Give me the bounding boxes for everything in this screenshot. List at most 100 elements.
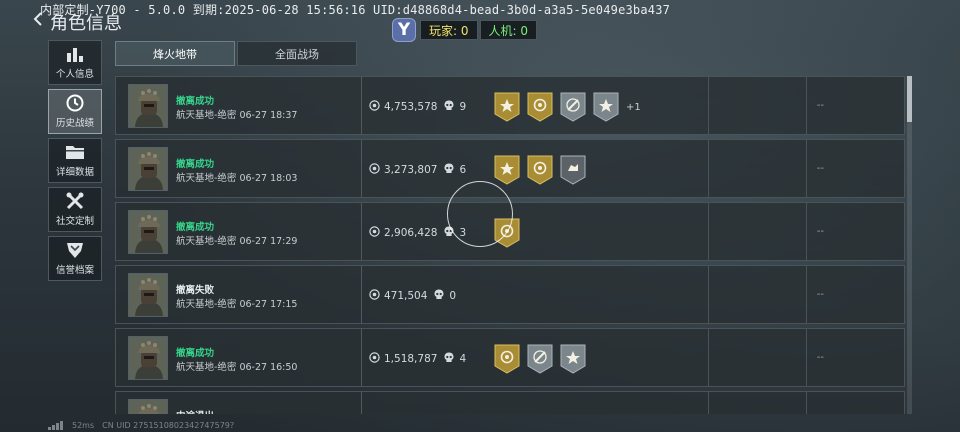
extra-stat: -- bbox=[816, 163, 824, 174]
gold-star-badge-icon[interactable] bbox=[494, 92, 520, 122]
sidebar: 个人信息 历史战绩 详细数据 社交定制 信誉档案 bbox=[48, 40, 102, 285]
skull-icon bbox=[434, 289, 449, 303]
match-row[interactable]: 撤离成功 航天基地-绝密 06-27 16:50 1,518,787 4 -- bbox=[115, 328, 905, 387]
silver-wrench-badge-icon[interactable] bbox=[560, 92, 586, 122]
match-map-time: 航天基地-绝密 06-27 16:50 bbox=[176, 362, 298, 373]
operator-avatar bbox=[128, 336, 168, 380]
ping-readout: 52ms bbox=[72, 421, 95, 430]
list-scrollbar[interactable] bbox=[907, 76, 912, 414]
kill-count: 9 bbox=[444, 100, 466, 114]
touch-indicator bbox=[447, 181, 513, 247]
kill-count-text: 0 bbox=[449, 290, 457, 302]
haul-value: 4,753,578 9 bbox=[369, 100, 466, 114]
match-map-time: 航天基地-绝密 06-27 17:15 bbox=[176, 299, 298, 310]
gold-star-badge-icon[interactable] bbox=[494, 155, 520, 185]
column-divider bbox=[708, 77, 709, 134]
scrollbar-thumb[interactable] bbox=[907, 76, 912, 122]
sidebar-item-label: 历史战绩 bbox=[55, 118, 94, 129]
gray-hand-badge-icon[interactable] bbox=[560, 155, 586, 185]
back-arrow-icon[interactable] bbox=[30, 11, 46, 27]
player-counter: Y 玩家: 0 人机: 0 bbox=[392, 18, 537, 42]
gold-target-badge-icon[interactable] bbox=[527, 155, 553, 185]
silver-star-badge-icon[interactable] bbox=[593, 92, 619, 122]
operator-avatar bbox=[128, 84, 168, 128]
value-icon bbox=[369, 100, 384, 114]
extraction-status: 撤离成功 bbox=[176, 222, 215, 233]
skull-icon bbox=[444, 100, 459, 114]
match-row[interactable]: 撤离失败航天基地-绝密 06-27 17:15 471,504 0 -- bbox=[115, 265, 905, 324]
silver-star-badge-icon[interactable] bbox=[560, 344, 586, 374]
kill-count: 0 bbox=[434, 289, 456, 303]
extra-stat: -- bbox=[816, 352, 824, 363]
column-divider bbox=[708, 203, 709, 260]
haul-value-text: 4,753,578 bbox=[384, 101, 438, 113]
column-divider bbox=[806, 266, 807, 323]
column-divider bbox=[806, 329, 807, 386]
extraction-status: 撤离失败 bbox=[176, 285, 215, 296]
app-logo: Y bbox=[392, 18, 416, 42]
sidebar-item-label: 详细数据 bbox=[55, 167, 94, 178]
kill-count: 6 bbox=[444, 163, 466, 177]
tab-full-battlefield[interactable]: 全面战场 bbox=[237, 41, 357, 66]
extraction-status: 中途退出 bbox=[176, 408, 214, 414]
column-divider bbox=[708, 329, 709, 386]
skull-icon bbox=[444, 352, 459, 366]
sidebar-item-profile[interactable]: 个人信息 bbox=[48, 40, 102, 85]
more-badges-count[interactable]: +1 bbox=[626, 102, 641, 113]
value-icon bbox=[369, 163, 384, 177]
achievement-badges bbox=[494, 155, 593, 185]
haul-value-text: 2,906,428 bbox=[384, 227, 438, 239]
match-map-time: 航天基地-绝密 06-27 18:37 bbox=[176, 110, 298, 121]
value-icon bbox=[369, 289, 384, 303]
match-row[interactable]: 撤离成功航天基地-绝密 06-27 18:37 4,753,578 9 +1 -- bbox=[115, 76, 905, 135]
column-divider bbox=[806, 77, 807, 134]
tab-beacon-zone[interactable]: 烽火地带 bbox=[115, 41, 235, 66]
haul-value-text: 471,504 bbox=[384, 290, 428, 302]
column-divider bbox=[361, 140, 362, 197]
extra-stat: -- bbox=[816, 226, 824, 237]
match-map-time: 航天基地-绝密 06-27 18:03 bbox=[176, 173, 298, 184]
sidebar-item-social[interactable]: 社交定制 bbox=[48, 187, 102, 232]
status-footer: 52ms CN UID 2751510802342747579? bbox=[48, 421, 234, 430]
gold-target-badge-icon[interactable] bbox=[527, 92, 553, 122]
match-history-list: 撤离成功 航天基地-绝密 06-27 18:37 4,753,578 9 +1 -- 撤离成… bbox=[115, 76, 905, 414]
sidebar-item-details[interactable]: 详细数据 bbox=[48, 138, 102, 183]
match-row[interactable]: 撤离成功 航天基地-绝密 06-27 18:03 3,273,807 6 -- bbox=[115, 139, 905, 198]
value-icon bbox=[369, 226, 384, 240]
operator-avatar bbox=[128, 210, 168, 254]
sidebar-item-history[interactable]: 历史战绩 bbox=[48, 89, 102, 134]
network-icon bbox=[48, 421, 63, 430]
silver-wrench-badge-icon[interactable] bbox=[527, 344, 553, 374]
extra-stat: -- bbox=[816, 289, 824, 300]
match-row[interactable]: 中途退出 bbox=[115, 391, 905, 414]
cn-uid: CN UID 2751510802342747579? bbox=[102, 421, 235, 430]
kill-count-text: 6 bbox=[459, 164, 467, 176]
history-clock-icon bbox=[66, 94, 84, 112]
debug-overlay-text: 内部定制-Y700 - 5.0.0 到期:2025-06-28 15:56:16… bbox=[40, 3, 671, 17]
shield-icon bbox=[67, 243, 83, 258]
match-map-time: 航天基地-绝密 06-27 17:29 bbox=[176, 236, 298, 247]
column-divider bbox=[361, 77, 362, 134]
page-title: 角色信息 bbox=[50, 13, 122, 34]
column-divider bbox=[361, 329, 362, 386]
achievement-badges bbox=[494, 344, 593, 374]
extraction-status: 撤离成功 bbox=[176, 159, 215, 170]
column-divider bbox=[361, 203, 362, 260]
tools-icon bbox=[66, 192, 84, 210]
kill-count-text: 9 bbox=[459, 101, 467, 113]
kill-count-text: 4 bbox=[459, 353, 467, 365]
sidebar-item-reputation[interactable]: 信誉档案 bbox=[48, 236, 102, 281]
bots-count: 人机: 0 bbox=[479, 20, 537, 40]
sidebar-item-label: 社交定制 bbox=[55, 216, 94, 227]
achievement-badges: +1 bbox=[494, 92, 641, 122]
operator-avatar bbox=[128, 399, 168, 414]
extraction-status: 撤离成功 bbox=[176, 96, 215, 107]
gold-target-badge-icon[interactable] bbox=[494, 344, 520, 374]
column-divider bbox=[361, 266, 362, 323]
bar-chart-icon bbox=[67, 48, 83, 62]
column-divider bbox=[806, 140, 807, 197]
value-icon bbox=[369, 352, 384, 366]
column-divider bbox=[708, 392, 709, 414]
extra-stat: -- bbox=[816, 100, 824, 111]
haul-value: 1,518,787 4 bbox=[369, 352, 466, 366]
